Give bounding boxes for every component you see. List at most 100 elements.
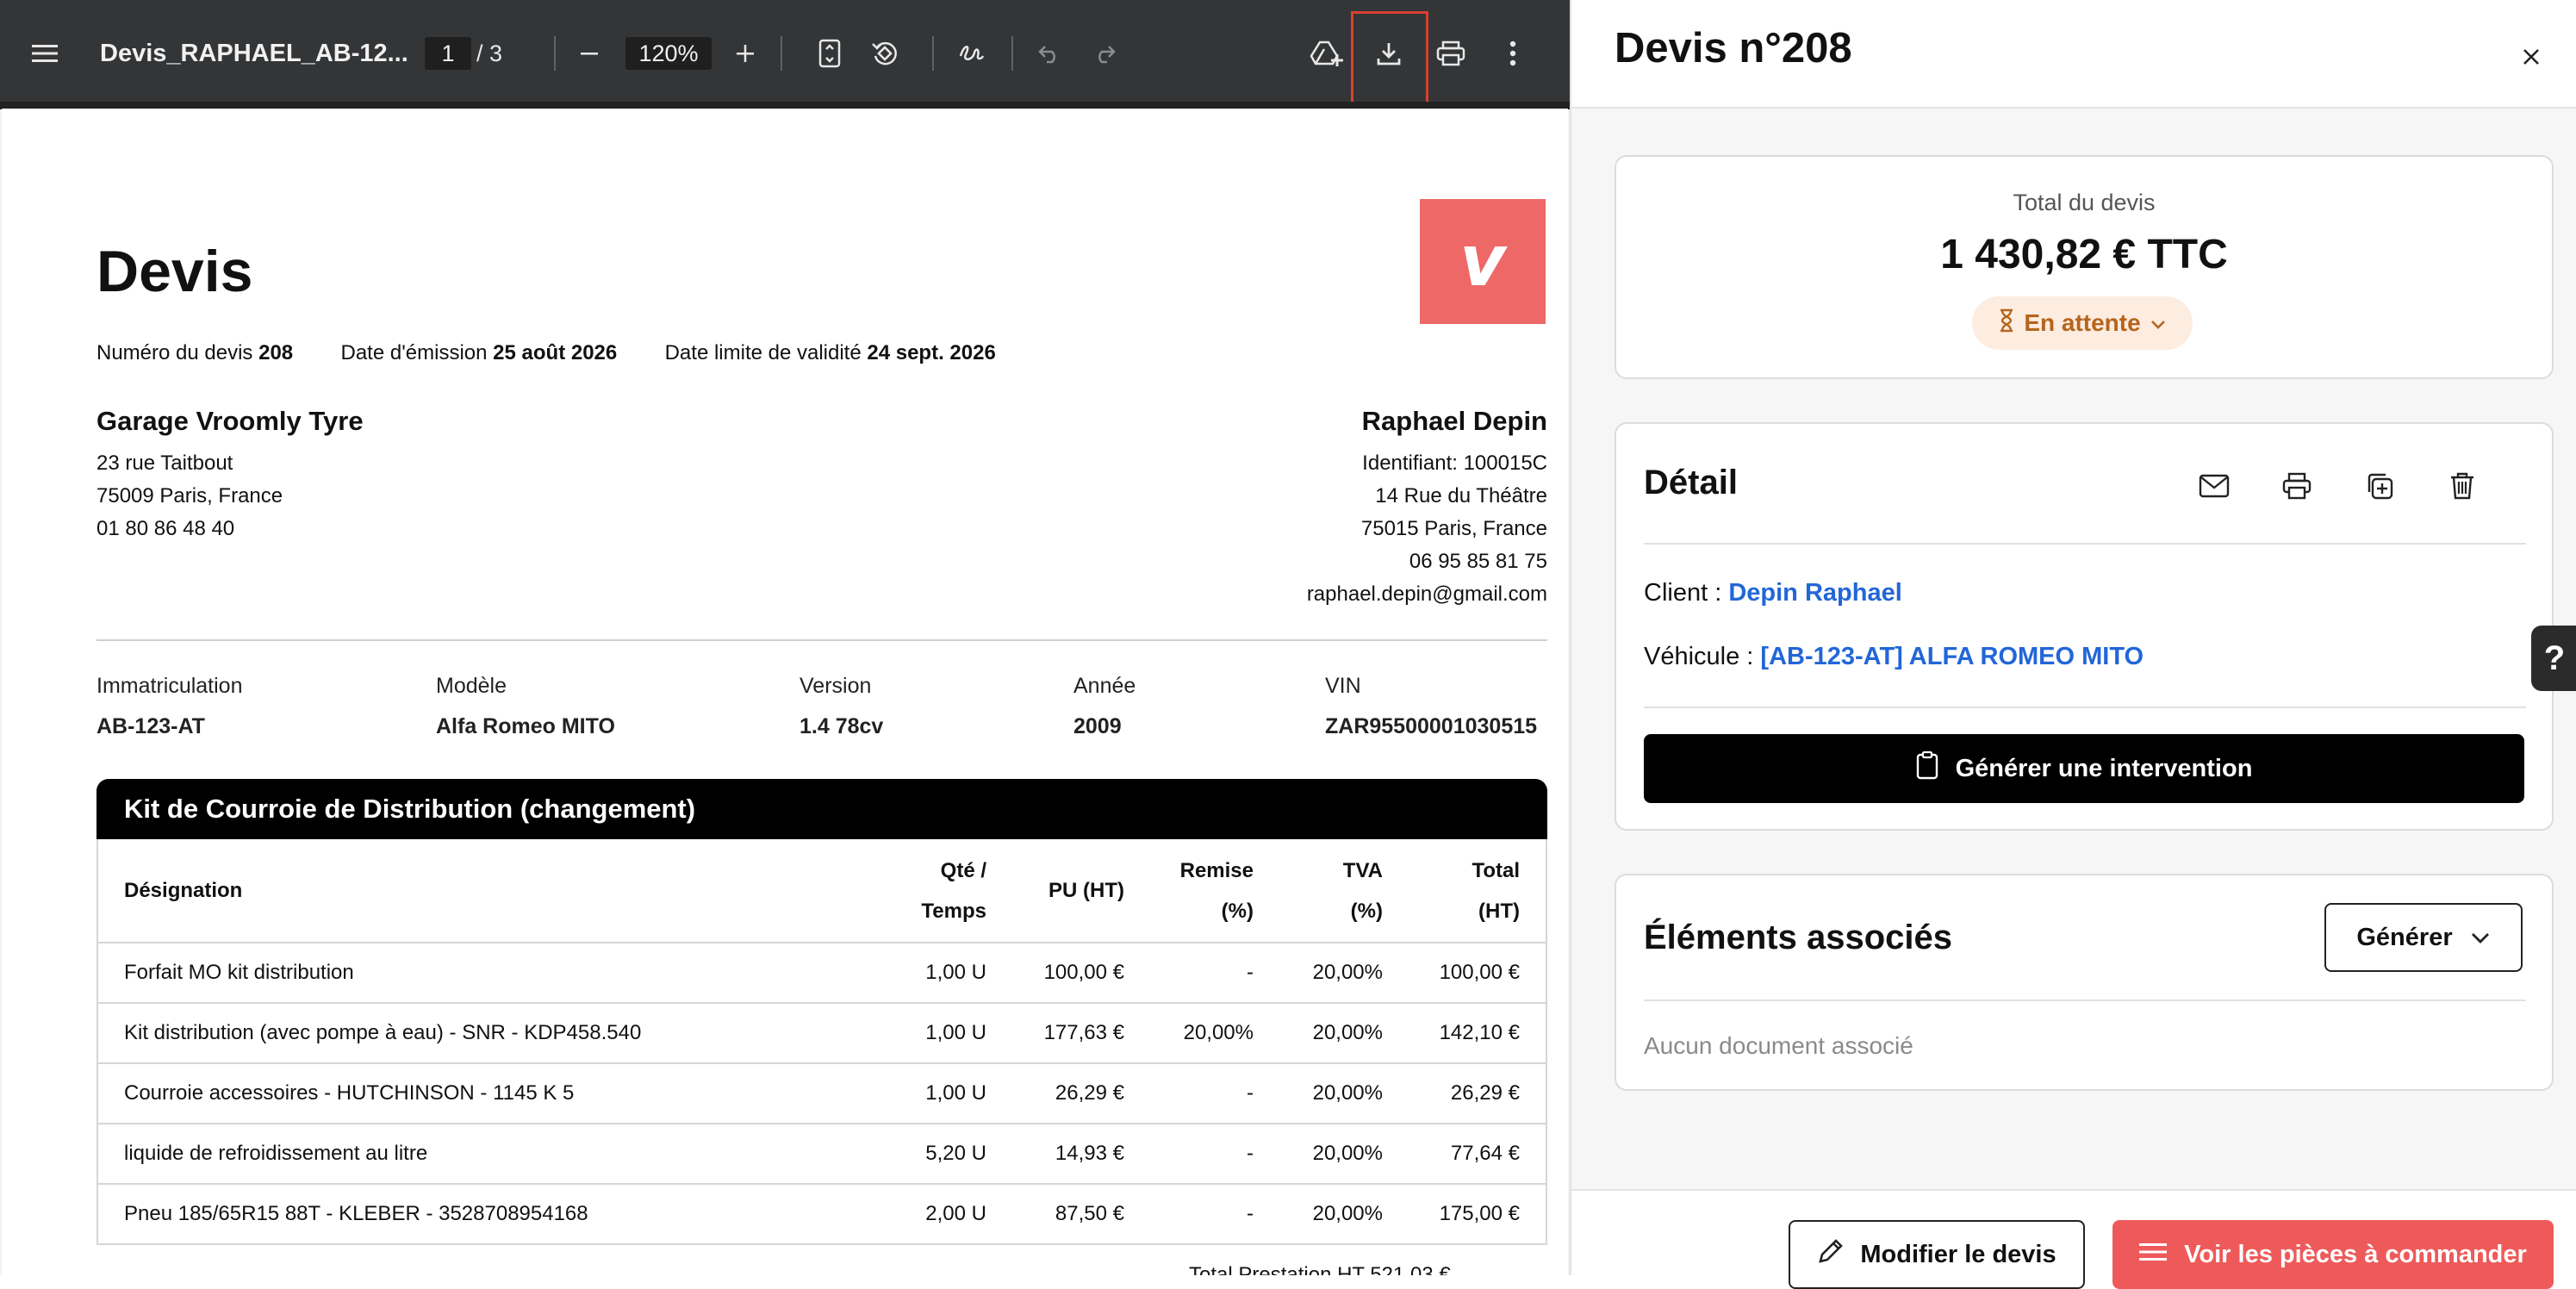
vehicle-field-value: AB-123-AT <box>96 714 205 738</box>
client-email: raphael.depin@gmail.com <box>1306 582 1547 606</box>
download-highlight-frame <box>1351 11 1428 109</box>
rotate-icon[interactable] <box>861 29 909 78</box>
vehicle-field-value: Alfa Romeo MITO <box>436 714 615 738</box>
vehicle-field-value: ZAR95500001030515 <box>1325 714 1538 738</box>
clipboard-icon <box>1916 750 1938 787</box>
edit-quote-button[interactable]: Modifier le devis <box>1789 1220 2085 1289</box>
menu-icon[interactable] <box>21 29 69 78</box>
quote-items-table: Désignation Qté / Temps PU (HT) Remise (%)… <box>96 839 1547 1245</box>
zoom-out-icon[interactable] <box>565 29 613 78</box>
client-address-block: Raphael Depin Identifiant: 100015C 14 Ru… <box>944 406 1547 611</box>
page-number-input[interactable]: 1 <box>425 37 471 70</box>
header-vat: TVA (%) <box>1279 839 1409 943</box>
quote-number-value: 208 <box>258 341 294 364</box>
pencil-icon <box>1817 1237 1845 1272</box>
trash-icon[interactable] <box>2440 464 2485 508</box>
cell-total: 100,00 € <box>1409 943 1546 1004</box>
cell-quantity: 1,00 U <box>883 1063 1012 1124</box>
validity-date-value: 24 sept. 2026 <box>867 341 996 364</box>
more-options-icon[interactable] <box>1489 29 1537 78</box>
divider <box>1644 543 2526 545</box>
pdf-page: Devis v Numéro du devis 208 Date d'émiss… <box>2 109 1568 1275</box>
header-unit-price: PU (HT) <box>1012 839 1150 943</box>
issue-date-value: 25 août 2026 <box>493 341 618 364</box>
vehicle-field-plate: Immatriculation AB-123-AT <box>96 674 243 739</box>
view-parts-label: Voir les pièces à commander <box>2184 1240 2527 1268</box>
vehicle-field-label: Année <box>1073 674 1136 698</box>
generate-dropdown-button[interactable]: Générer <box>2324 903 2523 972</box>
close-icon[interactable] <box>2512 38 2550 76</box>
client-id: Identifiant: 100015C <box>1362 451 1547 475</box>
cell-vat: 20,00% <box>1279 943 1409 1004</box>
print-icon[interactable] <box>2274 464 2319 508</box>
vehicle-link[interactable]: [AB-123-AT] ALFA ROMEO MITO <box>1760 643 2144 670</box>
help-button[interactable]: ? <box>2531 626 2576 691</box>
vehicle-field-year: Année 2009 <box>1073 674 1136 739</box>
cell-unit-price: 87,50 € <box>1012 1184 1150 1245</box>
table-row: Kit distribution (avec pompe à eau) - SN… <box>97 1003 1546 1064</box>
cell-quantity: 1,00 U <box>883 1003 1012 1064</box>
vehicle-field-version: Version 1.4 78cv <box>800 674 883 739</box>
header-designation: Désignation <box>97 839 883 943</box>
generate-intervention-label: Générer une intervention <box>1955 754 2253 782</box>
status-label: En attente <box>2024 309 2141 336</box>
table-header-row: Désignation Qté / Temps PU (HT) Remise (%)… <box>97 839 1546 943</box>
cell-unit-price: 14,93 € <box>1012 1124 1150 1185</box>
drive-add-icon[interactable] <box>1303 29 1351 78</box>
cell-unit-price: 26,29 € <box>1012 1063 1150 1124</box>
vehicle-field-vin: VIN ZAR95500001030515 <box>1325 674 1537 739</box>
header-discount: Remise (%) <box>1150 839 1279 943</box>
cell-vat: 20,00% <box>1279 1063 1409 1124</box>
client-link[interactable]: Depin Raphael <box>1728 579 1901 607</box>
vehicle-label: Véhicule : <box>1644 643 1754 670</box>
print-icon[interactable] <box>1427 29 1475 78</box>
client-phone: 06 95 85 81 75 <box>1409 550 1547 573</box>
toolbar-divider <box>932 36 934 71</box>
redo-icon[interactable] <box>1080 29 1129 78</box>
header-quantity: Qté / Temps <box>883 839 1012 943</box>
vehicle-field-label: Version <box>800 674 872 698</box>
vehicle-field-model: Modèle Alfa Romeo MITO <box>436 674 615 739</box>
garage-address-block: Garage Vroomly Tyre 23 rue Taitbout 7500… <box>96 406 700 545</box>
cell-quantity: 1,00 U <box>883 943 1012 1004</box>
cell-quantity: 5,20 U <box>883 1124 1012 1185</box>
duplicate-icon[interactable] <box>2357 464 2402 508</box>
quote-side-panel: Devis n°208 Total du devis 1 430,82 € TT… <box>1570 0 2576 1289</box>
header-total: Total (HT) <box>1409 839 1546 943</box>
zoom-level-input[interactable]: 120% <box>625 37 712 70</box>
edit-quote-label: Modifier le devis <box>1860 1240 2056 1268</box>
list-icon <box>2139 1241 2168 1269</box>
quote-meta: Numéro du devis 208 Date d'émission 25 a… <box>96 341 996 365</box>
client-row: Client : Depin Raphael <box>1644 579 1902 607</box>
cell-designation: liquide de refroidissement au litre <box>97 1124 883 1185</box>
fit-page-icon[interactable] <box>806 29 854 78</box>
panel-title: Devis n°208 <box>1615 25 1852 72</box>
table-row: Pneu 185/65R15 88T - KLEBER - 3528708954… <box>97 1184 1546 1245</box>
cell-designation: Forfait MO kit distribution <box>97 943 883 1004</box>
cell-discount: - <box>1150 1124 1279 1185</box>
generate-intervention-button[interactable]: Générer une intervention <box>1644 734 2524 803</box>
view-parts-button[interactable]: Voir les pièces à commander <box>2112 1220 2554 1289</box>
panel-footer: Modifier le devis Voir les pièces à comm… <box>1571 1189 2576 1289</box>
zoom-in-icon[interactable] <box>721 29 769 78</box>
draw-icon[interactable] <box>948 29 996 78</box>
detail-title: Détail <box>1644 464 1738 501</box>
toolbar-divider <box>781 36 782 71</box>
page-total: / 3 <box>476 40 503 66</box>
total-value: 1 430,82 € TTC <box>1940 232 2228 277</box>
mail-icon[interactable] <box>2192 464 2237 508</box>
vehicle-field-label: Immatriculation <box>96 674 243 698</box>
pdf-toolbar: Devis_RAPHAEL_AB-12... 1 / 3 120% <box>0 0 1570 109</box>
cell-quantity: 2,00 U <box>883 1184 1012 1245</box>
document-title: Devis <box>96 239 253 304</box>
panel-header: Devis n°208 <box>1571 0 2576 109</box>
cell-unit-price: 100,00 € <box>1012 943 1150 1004</box>
detail-card: Détail Client : Depin Raphael Véhicule :… <box>1615 422 2554 831</box>
garage-phone: 01 80 86 48 40 <box>96 517 235 540</box>
status-dropdown[interactable]: En attente <box>1972 296 2193 350</box>
cell-vat: 20,00% <box>1279 1124 1409 1185</box>
table-row: Forfait MO kit distribution 1,00 U 100,0… <box>97 943 1546 1004</box>
undo-icon[interactable] <box>1025 29 1073 78</box>
total-prestation-line: Total Prestation HT 521,03 € <box>1189 1263 1451 1275</box>
divider <box>1644 999 2526 1001</box>
